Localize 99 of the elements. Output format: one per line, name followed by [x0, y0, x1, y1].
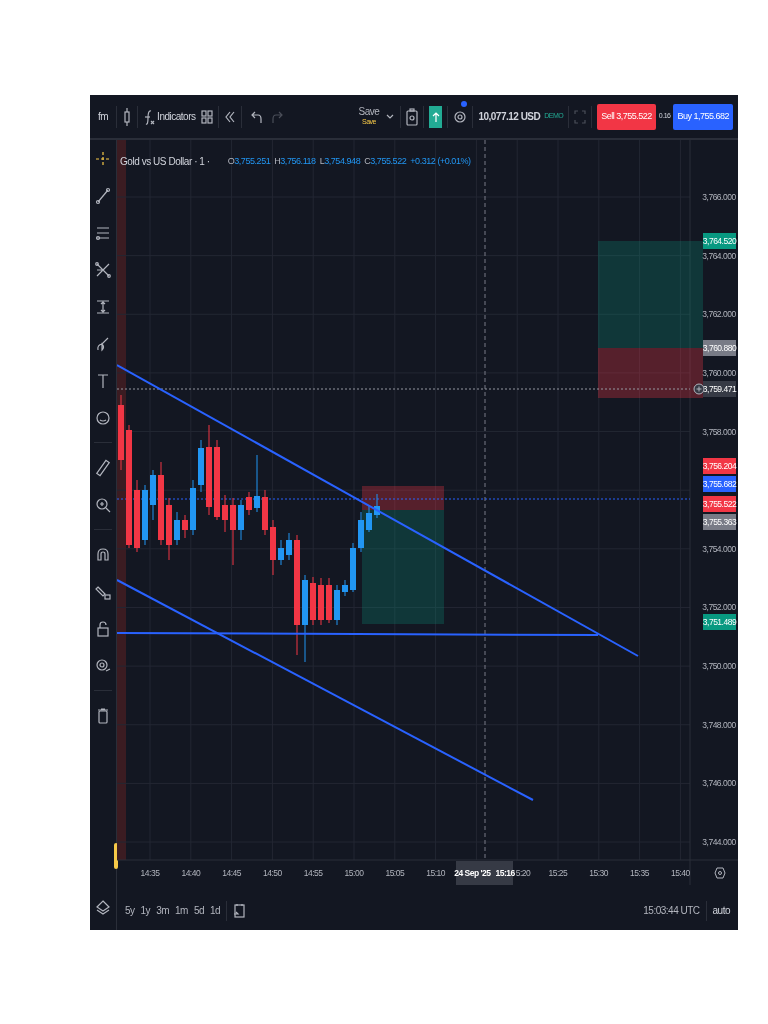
time-tick-label: 15:40 [670, 868, 690, 878]
calendar-icon[interactable] [233, 902, 246, 919]
time-tick-label: 5:20 [515, 868, 531, 878]
candle [246, 491, 252, 516]
candle [230, 497, 236, 566]
sell-button[interactable]: Sell 3,755.522 [597, 103, 656, 130]
undo-icon[interactable] [251, 109, 264, 124]
scale-mode-button[interactable]: auto [712, 903, 730, 918]
layers-icon[interactable] [94, 898, 112, 917]
symbol-title: Gold vs US Dollar · 1 · [120, 155, 210, 169]
position-stop-zone[interactable] [362, 486, 444, 510]
account-balance: 10,077.12 USD [478, 110, 541, 124]
arrow-up-icon [431, 110, 440, 123]
lock-icon[interactable] [94, 619, 112, 638]
indicators-button[interactable]: Indicators [143, 104, 196, 129]
ohlc-value: C3,755.522 [364, 154, 407, 168]
time-tick-label: 15:25 [548, 868, 568, 878]
settings-icon[interactable] [714, 867, 726, 879]
trend-line[interactable] [117, 579, 534, 801]
time-tick-label: 14:40 [181, 868, 201, 878]
time-tick-label: 14:50 [263, 868, 282, 878]
price-label: 3,759.471 [702, 381, 737, 397]
candle [166, 497, 172, 561]
templates-icon[interactable] [201, 109, 214, 124]
horizontal-line[interactable] [117, 632, 599, 636]
candle [254, 454, 260, 513]
utc-clock: 15:03:44 UTC [643, 904, 700, 918]
ohlc-value: O3,755.251 [227, 154, 271, 168]
candle [222, 494, 228, 533]
price-label: 3,764.520 [702, 233, 737, 249]
candle [182, 514, 188, 539]
range-button[interactable]: 1m [175, 903, 188, 918]
time-tick-label: 14:55 [303, 868, 323, 878]
price-tick-label: 3,748.000 [702, 719, 736, 730]
emoji-icon[interactable] [94, 408, 112, 427]
crosshair-icon[interactable] [94, 149, 112, 168]
price-tick-label: 3,762.000 [702, 309, 736, 320]
candle [198, 439, 204, 493]
price-tick-label: 3,752.000 [702, 602, 736, 613]
upload-button[interactable] [429, 105, 443, 128]
candle [150, 469, 156, 521]
price-tick-label: 3,750.000 [702, 661, 736, 672]
candle [318, 577, 324, 626]
price-label: 3,751.489 [702, 614, 737, 630]
rewind-icon[interactable] [224, 109, 237, 124]
price-tick-label: 3,764.000 [702, 250, 736, 261]
snapshot-icon[interactable] [406, 107, 419, 126]
candle-icon[interactable] [122, 106, 133, 127]
time-tick-label: 15:10 [426, 868, 445, 878]
add-icon[interactable] [693, 383, 705, 395]
function-icon [143, 107, 156, 126]
ohlc-value: L3,754.948 [319, 154, 361, 168]
price-tick-label: 3,754.000 [702, 543, 736, 554]
time-tick-label: 15:30 [589, 868, 609, 878]
candle [270, 519, 276, 576]
candle [174, 511, 180, 546]
price-tick-label: 3,744.000 [702, 837, 736, 848]
price-tick-label: 3,758.000 [702, 426, 736, 437]
candle [142, 484, 148, 546]
candle [190, 479, 196, 536]
candle [278, 539, 284, 566]
target-icon[interactable] [453, 108, 468, 125]
candle [358, 511, 364, 553]
range-button[interactable]: 1y [140, 903, 151, 918]
time-tick-label: 15:00 [344, 868, 364, 878]
candle [334, 584, 340, 626]
range-button[interactable]: 5y [125, 903, 135, 918]
candle [342, 579, 348, 597]
candle [374, 493, 380, 519]
trend-line-icon[interactable] [94, 186, 112, 205]
candle [262, 489, 268, 536]
range-button[interactable]: 3m [156, 903, 170, 918]
range-button[interactable]: 5d [193, 903, 205, 918]
candle [366, 504, 372, 533]
range-button[interactable]: 1d [210, 903, 221, 918]
price-change: +0.312 (+0.01%) [410, 154, 471, 168]
candle [286, 532, 292, 561]
candle [238, 499, 244, 541]
price-tick-label: 3,746.000 [702, 778, 736, 789]
candle [350, 542, 356, 593]
magnet-icon[interactable] [94, 545, 112, 564]
time-tick-label: 15:05 [385, 868, 405, 878]
trend-line[interactable] [117, 364, 639, 657]
price-tick-label: 3,760.000 [702, 367, 736, 378]
time-tick-label: 14:45 [222, 868, 241, 878]
time-tick-label: 15:35 [630, 868, 649, 878]
candle [326, 577, 332, 624]
position-target-zone[interactable] [362, 510, 444, 624]
symbol-button[interactable]: fm [95, 104, 112, 129]
candle [310, 576, 316, 626]
measure-icon[interactable] [94, 297, 112, 316]
price-tick-label: 3,766.000 [702, 192, 736, 202]
crosshair-time-label: 24 Sep '25 15:16 [454, 861, 515, 885]
time-tick-label: 14:35 [140, 868, 160, 878]
ohlc-value: H3,756.118 [274, 154, 316, 168]
ruler-icon[interactable] [94, 458, 112, 477]
buy-button[interactable]: Buy 1,755.682 [673, 103, 733, 130]
zoom-icon[interactable] [94, 495, 112, 514]
pattern-icon[interactable] [94, 260, 112, 279]
